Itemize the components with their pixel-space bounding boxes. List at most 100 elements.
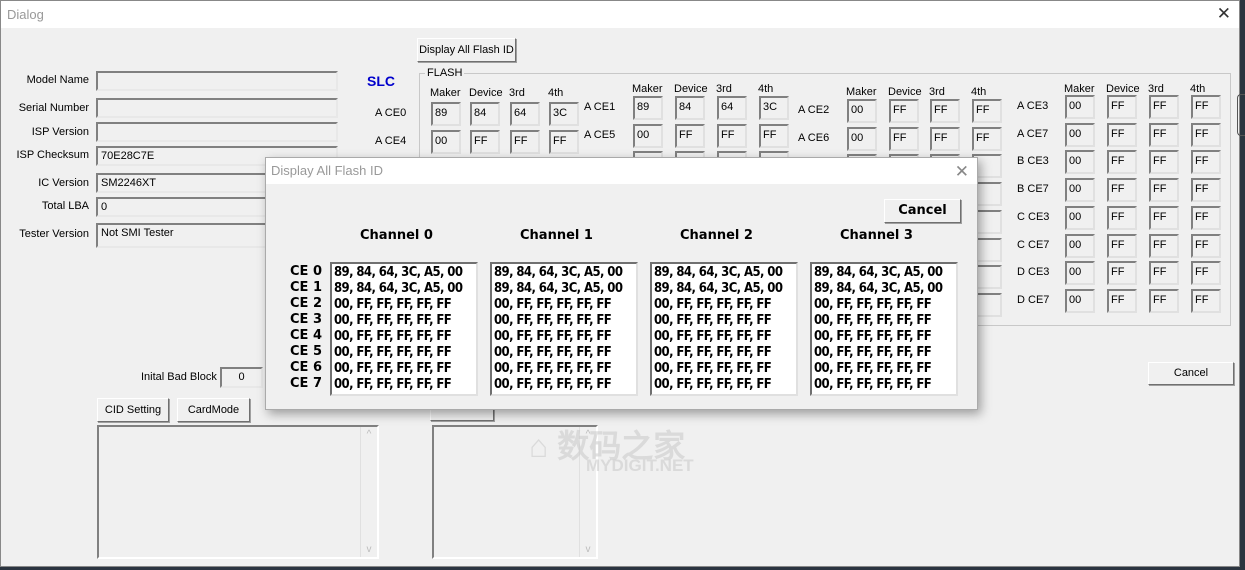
flash-id-field[interactable]: FF bbox=[1107, 288, 1137, 313]
flash-id-field[interactable]: FF bbox=[1149, 95, 1179, 119]
channel-id-row: 00, FF, FF, FF, FF, FF bbox=[494, 361, 612, 376]
flash-id-field[interactable]: FF bbox=[1191, 95, 1221, 119]
flash-id-field[interactable]: FF bbox=[1107, 261, 1137, 286]
flash-id-field[interactable]: FF bbox=[1191, 205, 1221, 230]
watermark-text: MYDIGIT.NET bbox=[586, 456, 694, 475]
flash-id-field[interactable]: 00 bbox=[1065, 95, 1095, 119]
ce-label: CE 1 bbox=[290, 280, 322, 295]
channel-id-list[interactable]: 89, 84, 64, 3C, A5, 00 89, 84, 64, 3C, A5… bbox=[810, 262, 958, 396]
modal-cancel-button[interactable]: Cancel bbox=[884, 199, 961, 223]
flash-id-field[interactable]: FF bbox=[889, 99, 919, 123]
flash-id-field[interactable]: FF bbox=[1149, 122, 1179, 147]
flash-id-field[interactable]: FF bbox=[889, 126, 919, 151]
flash-id-field[interactable]: FF bbox=[930, 126, 960, 151]
flash-id-field[interactable]: 00 bbox=[633, 123, 663, 148]
channel-id-row: 00, FF, FF, FF, FF, FF bbox=[334, 345, 452, 360]
flash-id-field[interactable]: FF bbox=[1191, 178, 1221, 203]
flash-id-field[interactable]: FF bbox=[470, 129, 500, 154]
info-field[interactable] bbox=[96, 122, 338, 142]
ce-label: CE 7 bbox=[290, 376, 322, 391]
info-field[interactable] bbox=[96, 98, 338, 118]
flash-id-field[interactable]: FF bbox=[1107, 205, 1137, 230]
flash-id-field[interactable]: FF bbox=[549, 129, 579, 154]
flash-id-field[interactable]: FF bbox=[1191, 261, 1221, 286]
channel-id-row: 00, FF, FF, FF, FF, FF bbox=[494, 297, 612, 312]
close-icon[interactable]: ✕ bbox=[1217, 4, 1231, 24]
flash-id-field[interactable]: FF bbox=[1107, 233, 1137, 258]
channel-id-row: 00, FF, FF, FF, FF, FF bbox=[334, 361, 452, 376]
channel-id-list[interactable]: 89, 84, 64, 3C, A5, 00 89, 84, 64, 3C, A5… bbox=[650, 262, 798, 396]
row-label: D CE3 bbox=[1017, 266, 1050, 279]
flash-id-field[interactable]: 84 bbox=[470, 102, 500, 126]
flash-id-field[interactable]: FF bbox=[1149, 288, 1179, 313]
cancel-button[interactable]: Cancel bbox=[1148, 362, 1234, 385]
channel-id-row: 00, FF, FF, FF, FF, FF bbox=[814, 313, 932, 328]
flash-id-field[interactable]: FF bbox=[717, 123, 747, 148]
channel-id-row: 89, 84, 64, 3C, A5, 00 bbox=[494, 265, 623, 280]
row-label: A CE2 bbox=[798, 104, 830, 116]
ce-label: CE 4 bbox=[290, 328, 322, 343]
flash-id-field[interactable]: 00 bbox=[431, 129, 461, 154]
flash-id-field[interactable]: FF bbox=[1107, 178, 1137, 203]
flash-id-field[interactable]: FF bbox=[972, 126, 1002, 151]
channel-header: Channel 3 bbox=[840, 228, 913, 243]
channel-id-row: 00, FF, FF, FF, FF, FF bbox=[814, 329, 932, 344]
flash-id-field[interactable]: 00 bbox=[1065, 261, 1095, 286]
flash-id-field[interactable]: 00 bbox=[1065, 178, 1095, 203]
flash-id-field[interactable]: FF bbox=[1149, 178, 1179, 203]
flash-id-field[interactable]: 3C bbox=[759, 96, 789, 120]
channel-id-row: 00, FF, FF, FF, FF, FF bbox=[494, 377, 612, 392]
flash-id-field[interactable]: 00 bbox=[1065, 288, 1095, 313]
flash-id-field[interactable]: FF bbox=[930, 99, 960, 123]
flash-id-field[interactable]: FF bbox=[1191, 122, 1221, 147]
flash-id-field[interactable]: FF bbox=[1149, 233, 1179, 258]
flash-id-field[interactable]: FF bbox=[972, 99, 1002, 123]
partial-control bbox=[1237, 94, 1245, 136]
channel-id-list[interactable]: 89, 84, 64, 3C, A5, 00 89, 84, 64, 3C, A5… bbox=[490, 262, 638, 396]
flash-id-field[interactable]: FF bbox=[1149, 261, 1179, 286]
info-label: IC Version bbox=[38, 177, 89, 189]
flash-id-field[interactable]: FF bbox=[1149, 205, 1179, 230]
flash-id-field[interactable]: 00 bbox=[1065, 150, 1095, 175]
flash-id-field[interactable]: FF bbox=[1191, 288, 1221, 313]
flash-id-field[interactable]: 84 bbox=[675, 96, 705, 120]
column-header: 3rd bbox=[716, 83, 732, 95]
flash-id-field[interactable]: FF bbox=[1107, 95, 1137, 119]
log-textarea-left[interactable]: ^ v bbox=[97, 425, 379, 559]
flash-id-field[interactable]: 64 bbox=[510, 102, 540, 126]
info-field[interactable] bbox=[96, 71, 338, 91]
flash-id-field[interactable]: 89 bbox=[633, 96, 663, 120]
flash-id-field[interactable]: 89 bbox=[431, 102, 461, 126]
flash-id-field[interactable]: FF bbox=[1107, 122, 1137, 147]
flash-id-field[interactable]: FF bbox=[1107, 150, 1137, 175]
flash-id-field[interactable]: FF bbox=[1149, 150, 1179, 175]
flash-id-field[interactable]: FF bbox=[759, 123, 789, 148]
column-header: Device bbox=[674, 83, 708, 95]
flash-id-field[interactable]: 00 bbox=[1065, 233, 1095, 258]
flash-id-field[interactable]: 00 bbox=[1065, 205, 1095, 230]
flash-id-field[interactable]: FF bbox=[675, 123, 705, 148]
scrollbar[interactable]: ^ v bbox=[360, 427, 377, 557]
close-icon[interactable]: ✕ bbox=[955, 162, 969, 182]
flash-id-field[interactable]: 64 bbox=[717, 96, 747, 120]
column-header: 3rd bbox=[929, 86, 945, 98]
flash-id-field[interactable]: 00 bbox=[1065, 122, 1095, 147]
flash-id-field[interactable]: 00 bbox=[847, 126, 877, 151]
flash-id-field[interactable]: 00 bbox=[847, 99, 877, 123]
info-label: Total LBA bbox=[41, 200, 89, 212]
channel-id-row: 00, FF, FF, FF, FF, FF bbox=[334, 329, 452, 344]
flash-id-field[interactable]: FF bbox=[1191, 233, 1221, 258]
row-label: A CE7 bbox=[1017, 127, 1049, 140]
flash-id-field[interactable]: FF bbox=[510, 129, 540, 154]
column-header: 4th bbox=[548, 87, 564, 99]
card-mode-button[interactable]: CardMode bbox=[177, 398, 250, 422]
flash-id-field[interactable]: 3C bbox=[549, 102, 579, 126]
flash-id-field[interactable]: FF bbox=[1191, 150, 1221, 175]
channel-id-list[interactable]: 89, 84, 64, 3C, A5, 00 89, 84, 64, 3C, A5… bbox=[330, 262, 478, 396]
display-all-flash-id-button[interactable]: Display All Flash ID bbox=[417, 38, 516, 62]
ce-label: CE 3 bbox=[290, 312, 322, 327]
cid-setting-button[interactable]: CID Setting bbox=[97, 398, 169, 422]
row-label: A CE3 bbox=[1017, 100, 1049, 112]
flash-legend: FLASH bbox=[425, 67, 465, 79]
initial-bad-block-field[interactable]: 0 bbox=[220, 367, 263, 388]
